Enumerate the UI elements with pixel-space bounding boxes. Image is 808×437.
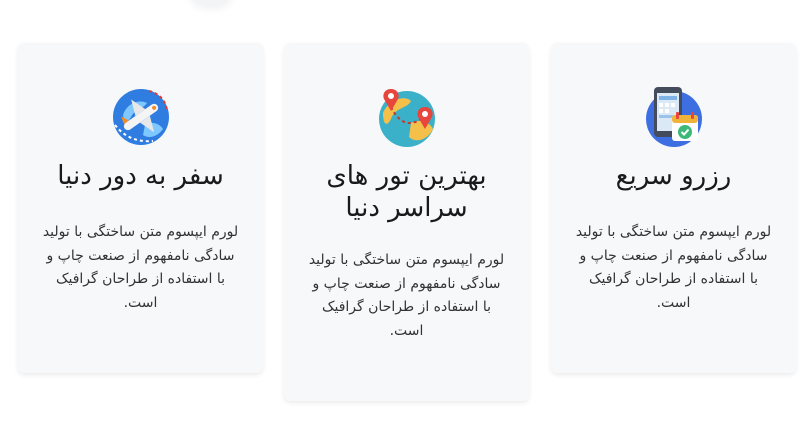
top-decoration	[190, 0, 232, 6]
feature-title: رزرو سریع	[615, 161, 732, 191]
feature-card-tours: بهترین تور های سراسر دنیا لورم ایپسوم مت…	[284, 43, 529, 401]
feature-card-travel: سفر به دور دنیا لورم ایپسوم متن ساختگی ب…	[18, 43, 263, 373]
feature-card-booking: رزرو سریع لورم ایپسوم متن ساختگی با تولی…	[551, 43, 796, 373]
airplane-globe-icon	[109, 85, 173, 149]
globe-map-pin-icon	[375, 85, 439, 149]
feature-description: لورم ایپسوم متن ساختگی با تولید سادگی نا…	[42, 224, 239, 311]
feature-description: لورم ایپسوم متن ساختگی با تولید سادگی نا…	[575, 224, 772, 311]
feature-title: سفر به دور دنیا	[57, 161, 224, 191]
feature-description: لورم ایپسوم متن ساختگی با تولید سادگی نا…	[308, 252, 505, 339]
feature-title: بهترین تور های سراسر دنیا	[326, 161, 487, 223]
phone-calendar-icon	[642, 85, 706, 149]
features-section: سفر به دور دنیا لورم ایپسوم متن ساختگی ب…	[0, 0, 808, 437]
